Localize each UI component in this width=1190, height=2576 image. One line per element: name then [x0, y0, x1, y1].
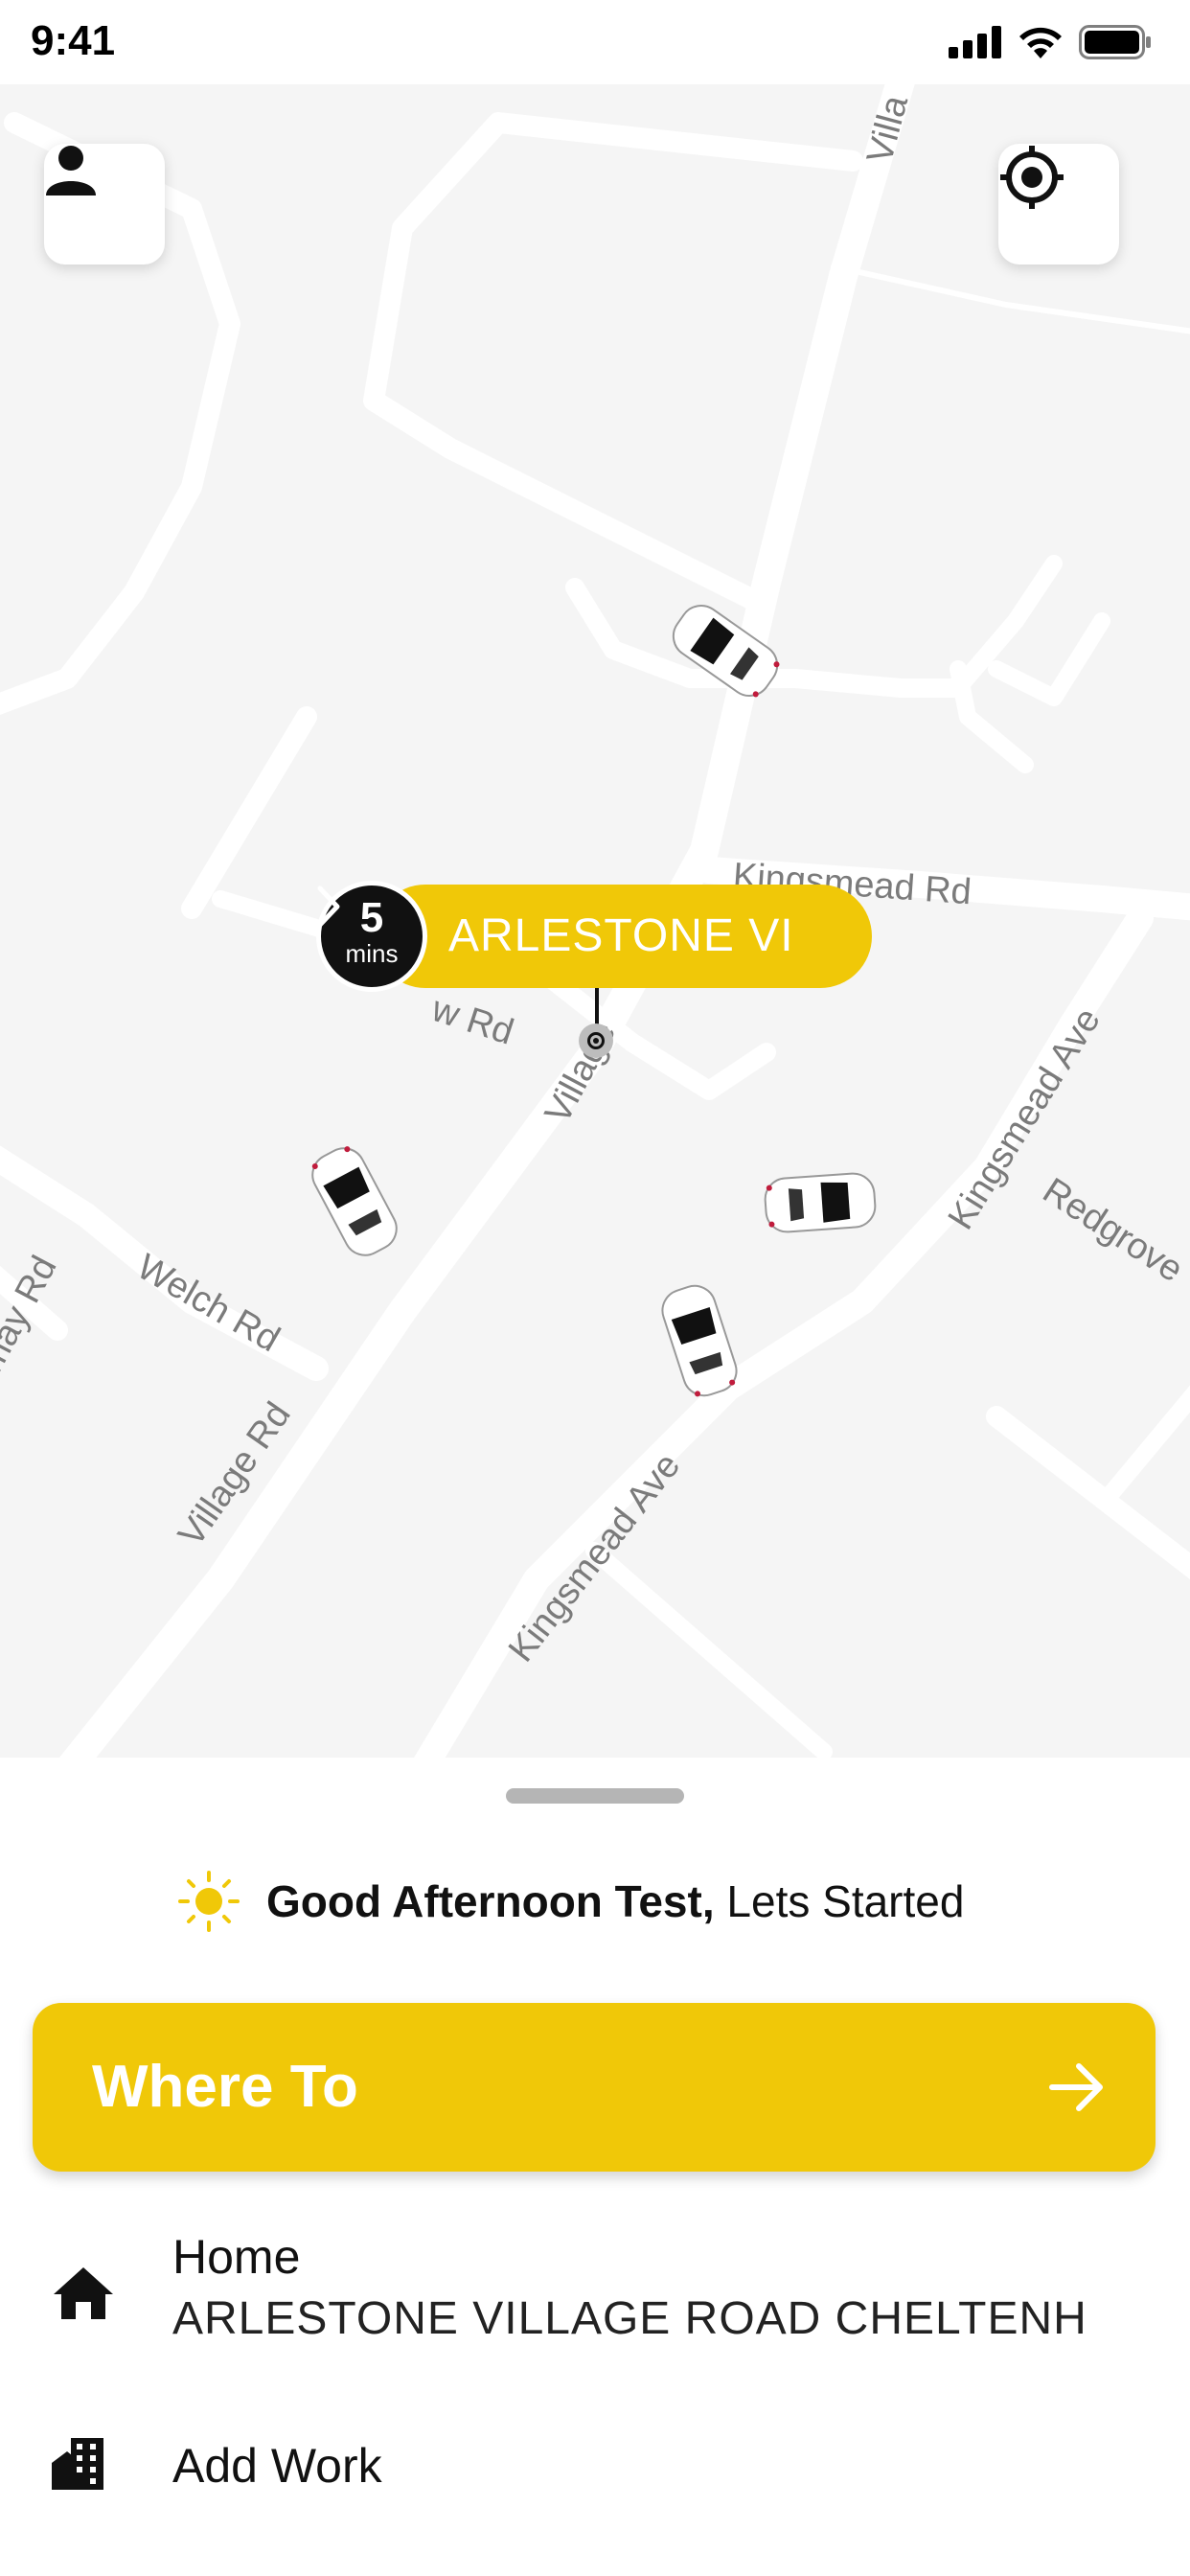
- battery-icon: [1079, 25, 1151, 59]
- bottom-sheet: Good Afternoon Test, Lets Started Where …: [0, 1758, 1190, 2576]
- map-view[interactable]: Villa Kingsmead Rd w Rd Village Kingsmea…: [0, 84, 1190, 1758]
- status-icons: [949, 25, 1152, 59]
- pickup-label: ARLESTONE VI: [448, 910, 794, 961]
- pickup-pin-stem: [595, 988, 599, 1028]
- user-icon: [46, 146, 96, 196]
- arrow-right-icon: [1049, 2063, 1103, 2111]
- greeting-suffix: Lets Started: [714, 1876, 965, 1926]
- eta-unit: mins: [345, 939, 399, 968]
- profile-button[interactable]: [44, 144, 165, 264]
- pickup-location-pill[interactable]: 5 mins ARLESTONE VI: [316, 881, 872, 992]
- home-title: Home: [172, 2230, 301, 2284]
- my-location-button[interactable]: [998, 144, 1119, 264]
- cellular-signal-icon: [949, 26, 1001, 58]
- sun-icon: [178, 1871, 240, 1932]
- office-building-icon: [52, 2438, 103, 2490]
- where-to-button[interactable]: Where To: [33, 2003, 1156, 2172]
- crosshair-icon: [1000, 146, 1064, 209]
- pickup-pin: [579, 1024, 613, 1058]
- status-bar: 9:41: [0, 0, 1190, 84]
- sheet-drag-handle[interactable]: [506, 1788, 684, 1804]
- status-time: 9:41: [31, 17, 116, 64]
- greeting: Good Afternoon Test, Lets Started: [178, 1871, 964, 1932]
- wifi-icon: [1019, 27, 1062, 58]
- where-to-label: Where To: [92, 2054, 358, 2120]
- greeting-name: Good Afternoon Test,: [266, 1876, 715, 1926]
- saved-place-home[interactable]: Home ARLESTONE VILLAGE ROAD CHELTENH: [0, 2218, 1190, 2361]
- add-work-row[interactable]: Add Work: [0, 2409, 1190, 2524]
- add-work-label: Add Work: [172, 2439, 382, 2493]
- chevron-right-icon: [317, 886, 340, 928]
- home-icon: [54, 2267, 113, 2319]
- car-icon: [764, 1172, 877, 1233]
- home-address: ARLESTONE VILLAGE ROAD CHELTENH: [172, 2293, 1087, 2344]
- greeting-text: Good Afternoon Test, Lets Started: [266, 1875, 964, 1927]
